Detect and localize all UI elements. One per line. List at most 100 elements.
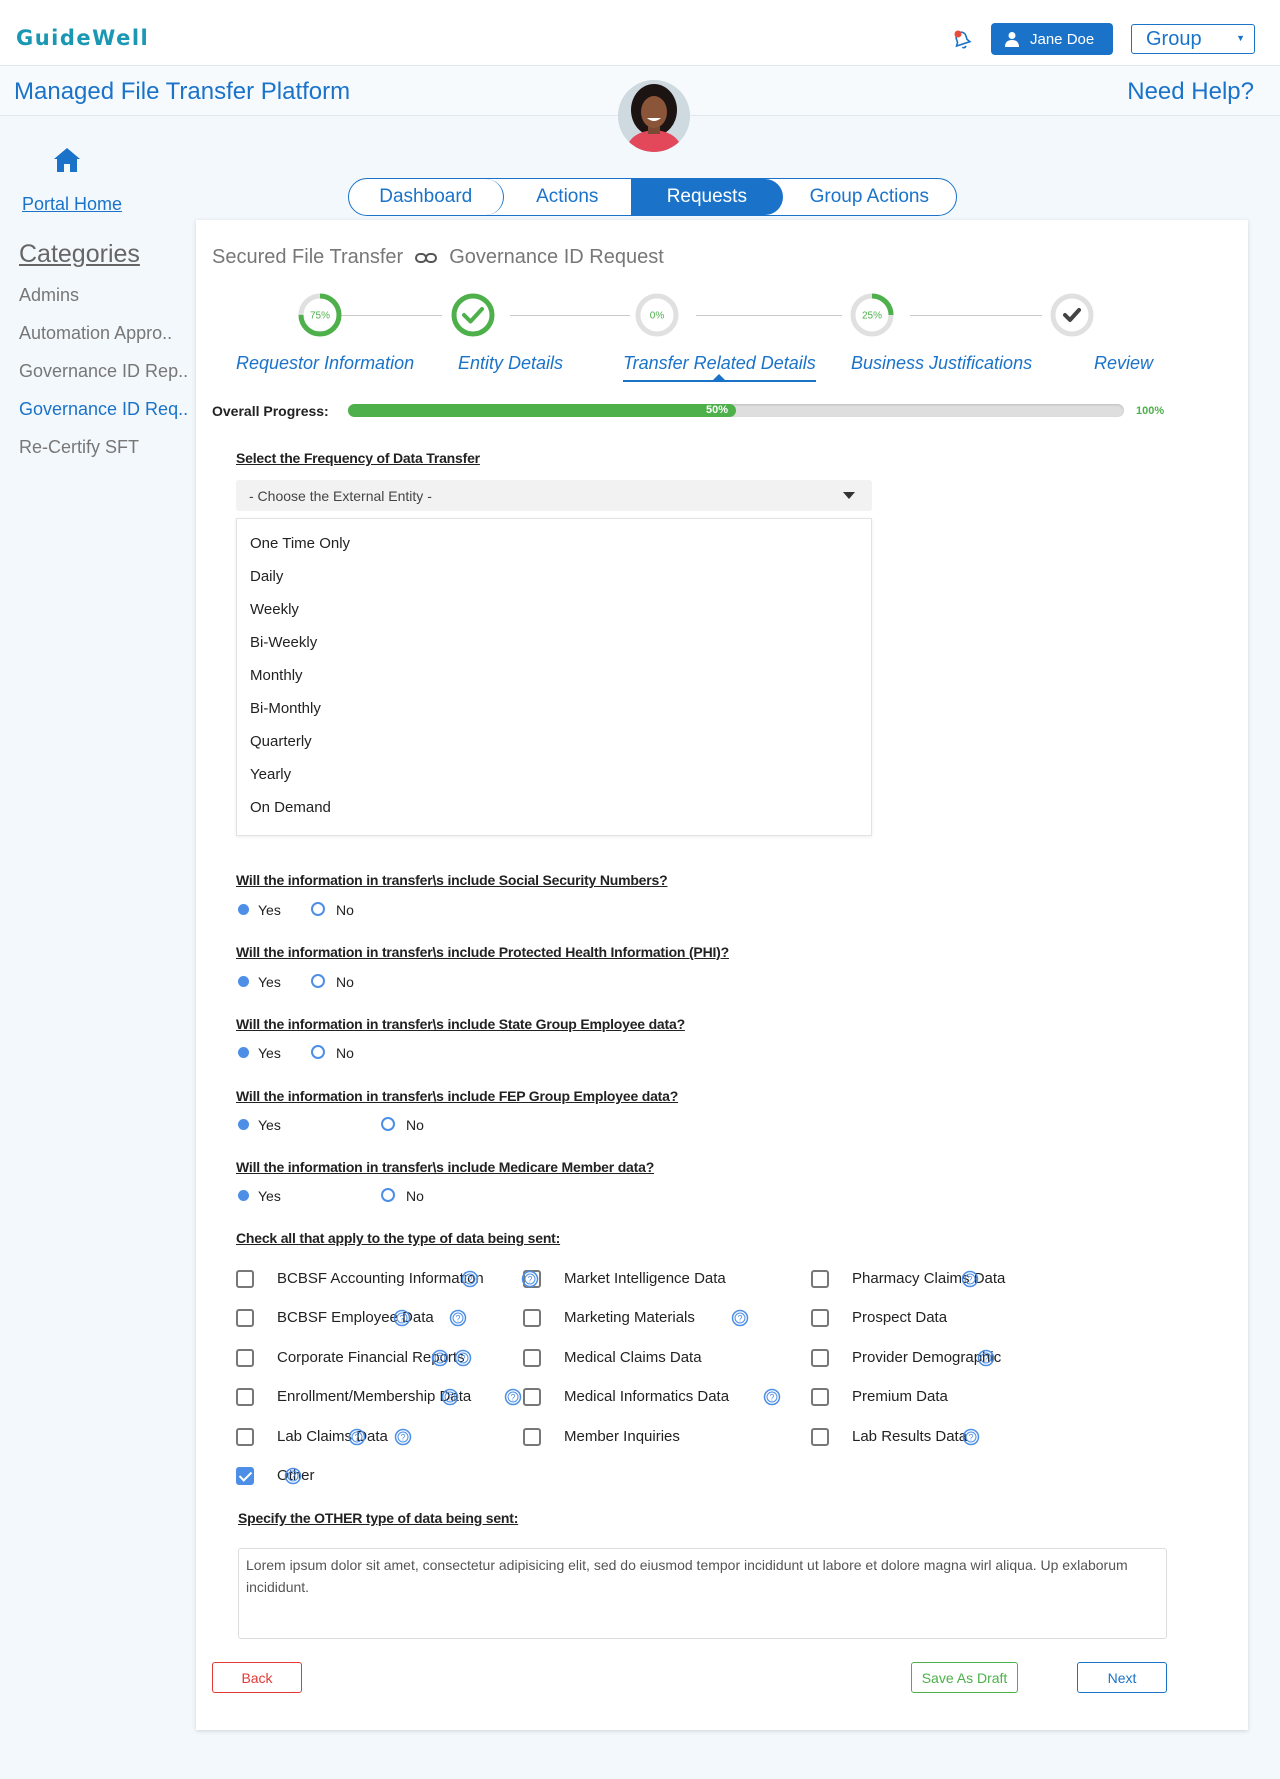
radio-yes[interactable] — [238, 976, 249, 987]
step-label-business-justifications[interactable]: Business Justifications — [851, 353, 1032, 374]
radio-no[interactable] — [381, 1117, 395, 1131]
help-icon[interactable]: ? — [962, 1428, 980, 1446]
checkbox-lab-claims-data[interactable]: Lab Claims Data? — [236, 1428, 516, 1448]
stepper-connector — [334, 315, 442, 316]
frequency-option[interactable]: On Demand — [250, 799, 331, 816]
checkbox-box[interactable] — [236, 1270, 254, 1288]
help-icon[interactable]: ? — [394, 1428, 412, 1446]
tab-group-actions[interactable]: Group Actions — [783, 179, 956, 215]
help-icon[interactable]: ? — [348, 1428, 366, 1446]
radio-yes[interactable] — [238, 904, 249, 915]
checkbox-box[interactable] — [811, 1270, 829, 1288]
checkbox-market-intelligence-data[interactable]: Market Intelligence Data? — [521, 1270, 803, 1290]
step-label-review[interactable]: Review — [1094, 353, 1153, 374]
help-icon[interactable]: ? — [961, 1270, 979, 1288]
checkbox-provider-demographic[interactable]: Provider Demographic? — [811, 1349, 1091, 1369]
checkbox-marketing-materials[interactable]: Marketing Materials? — [449, 1309, 803, 1329]
help-icon[interactable]: ? — [461, 1270, 479, 1288]
frequency-select[interactable]: - Choose the External Entity - — [236, 480, 872, 511]
save-as-draft-button[interactable]: Save As Draft — [911, 1662, 1018, 1693]
checkbox-pharmacy-claims-data[interactable]: Pharmacy Claims Data? — [811, 1270, 1091, 1290]
radio-yes[interactable] — [238, 1119, 249, 1130]
other-data-textarea[interactable]: Lorem ipsum dolor sit amet, consectetur … — [238, 1548, 1167, 1639]
radio-yes[interactable] — [238, 1047, 249, 1058]
checkbox-other[interactable]: Other? — [236, 1467, 516, 1487]
frequency-option[interactable]: Bi-Monthly — [250, 700, 321, 717]
checkbox-box[interactable] — [811, 1309, 829, 1327]
guidewell-logo[interactable]: GuideWell — [16, 26, 149, 50]
frequency-option[interactable]: Bi-Weekly — [250, 634, 317, 651]
sidebar-item-governance-id-request[interactable]: Governance ID Req.. — [19, 399, 188, 437]
next-button[interactable]: Next — [1077, 1662, 1167, 1693]
help-icon[interactable]: ? — [431, 1349, 449, 1367]
help-icon[interactable]: ? — [977, 1349, 995, 1367]
checkbox-box[interactable] — [236, 1467, 254, 1485]
step-label-requestor-information[interactable]: Requestor Information — [236, 353, 414, 374]
checkbox-box[interactable] — [811, 1349, 829, 1367]
sidebar-item-governance-id-report[interactable]: Governance ID Rep.. — [19, 361, 188, 399]
radio-no[interactable] — [311, 974, 325, 988]
radio-no[interactable] — [311, 902, 325, 916]
step-progress-ring[interactable]: 25% — [849, 292, 895, 338]
step-label-entity-details[interactable]: Entity Details — [458, 353, 563, 374]
radio-no[interactable] — [381, 1188, 395, 1202]
checkbox-medical-informatics-data[interactable]: Medical Informatics Data? — [504, 1388, 803, 1408]
checkbox-box[interactable] — [523, 1349, 541, 1367]
checkbox-box[interactable] — [523, 1388, 541, 1406]
user-menu-button[interactable]: Jane Doe — [991, 23, 1113, 55]
step-progress-ring[interactable]: 0% — [634, 292, 680, 338]
help-icon[interactable]: ? — [449, 1309, 467, 1327]
tab-actions[interactable]: Actions — [504, 179, 632, 215]
checkbox-member-inquiries[interactable]: Member Inquiries? — [394, 1428, 803, 1448]
sidebar-item-admins[interactable]: Admins — [19, 285, 188, 323]
help-icon[interactable]: ? — [454, 1349, 472, 1367]
checkbox-lab-results-data[interactable]: Lab Results Data? — [811, 1428, 1091, 1448]
frequency-option[interactable]: Yearly — [250, 766, 291, 783]
checkbox-enrollment-membership-data[interactable]: Enrollment/Membership Data? — [236, 1388, 516, 1408]
checkbox-corporate-financial-reports[interactable]: Corporate Financial Reports? — [236, 1349, 516, 1369]
checkbox-box[interactable] — [811, 1428, 829, 1446]
step-review-icon[interactable] — [1049, 292, 1095, 338]
checkbox-prospect-data[interactable]: Prospect Data? — [731, 1309, 1091, 1329]
tab-dashboard[interactable]: Dashboard — [349, 179, 504, 215]
frequency-option[interactable]: One Time Only — [250, 535, 350, 552]
checkbox-bcbsf-employee-data[interactable]: BCBSF Employee Data? — [236, 1309, 516, 1329]
frequency-option[interactable]: Weekly — [250, 601, 299, 618]
checkbox-bcbsf-accounting-information[interactable]: BCBSF Accounting Information? — [236, 1270, 516, 1290]
help-icon[interactable]: ? — [441, 1388, 459, 1406]
checkbox-box[interactable] — [523, 1309, 541, 1327]
step-label-transfer-related-details[interactable]: Transfer Related Details — [623, 353, 816, 382]
checkbox-box[interactable] — [236, 1349, 254, 1367]
help-icon[interactable]: ? — [521, 1270, 539, 1288]
tab-requests[interactable]: Requests — [631, 179, 783, 215]
need-help-link[interactable]: Need Help? — [1127, 78, 1254, 106]
checkbox-premium-data[interactable]: Premium Data? — [763, 1388, 1091, 1408]
radio-yes[interactable] — [238, 1190, 249, 1201]
frequency-option[interactable]: Monthly — [250, 667, 303, 684]
back-button[interactable]: Back — [212, 1662, 302, 1693]
checkbox-box[interactable] — [236, 1309, 254, 1327]
help-icon[interactable]: ? — [504, 1388, 522, 1406]
radio-no[interactable] — [311, 1045, 325, 1059]
frequency-option[interactable]: Daily — [250, 568, 283, 585]
checkbox-box[interactable] — [811, 1388, 829, 1406]
breadcrumb-secured-file-transfer[interactable]: Secured File Transfer — [212, 246, 403, 269]
help-icon[interactable]: ? — [393, 1309, 411, 1327]
checkbox-medical-claims-data[interactable]: Medical Claims Data? — [454, 1349, 803, 1369]
step-complete-icon[interactable] — [450, 292, 496, 338]
sidebar-item-automation-approval[interactable]: Automation Appro.. — [19, 323, 188, 361]
frequency-option[interactable]: Quarterly — [250, 733, 312, 750]
help-icon[interactable]: ? — [284, 1467, 302, 1485]
checkbox-box[interactable] — [523, 1428, 541, 1446]
notification-bell-icon[interactable] — [950, 28, 974, 52]
help-icon[interactable]: ? — [763, 1388, 781, 1406]
user-avatar[interactable] — [618, 80, 690, 152]
group-select[interactable]: Group ▼ — [1131, 24, 1255, 54]
home-icon[interactable] — [52, 145, 82, 175]
checkbox-box[interactable] — [236, 1388, 254, 1406]
checkbox-box[interactable] — [236, 1428, 254, 1446]
portal-home-link[interactable]: Portal Home — [22, 194, 122, 215]
help-icon[interactable]: ? — [731, 1309, 749, 1327]
sidebar-item-recertify-sft[interactable]: Re-Certify SFT — [19, 437, 188, 475]
step-progress-ring[interactable]: 75% — [297, 292, 343, 338]
